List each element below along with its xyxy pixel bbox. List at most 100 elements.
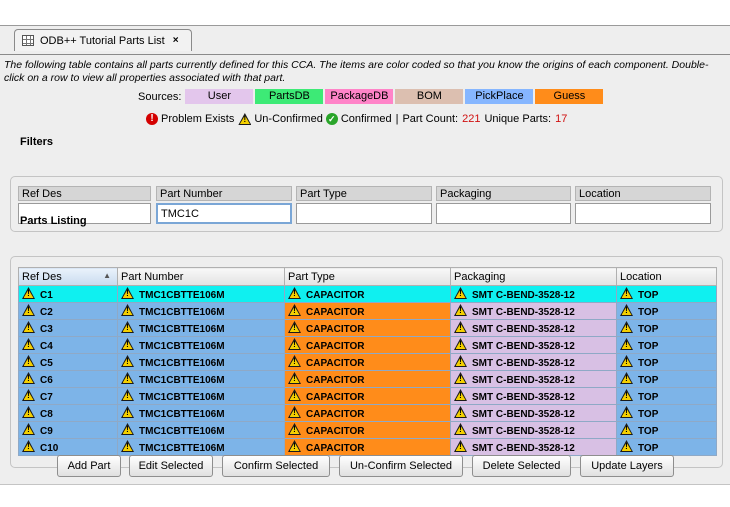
table-row[interactable]: C10 TMC1CBTTE106M CAPACITOR SMT C-BEND-3528… <box>18 438 717 456</box>
warning-icon <box>22 423 35 435</box>
table-row[interactable]: C6 TMC1CBTTE106M CAPACITOR SMT C-BEND-3528-… <box>18 370 717 388</box>
part-type-cell[interactable]: CAPACITOR <box>284 404 451 422</box>
ref-des-cell[interactable]: C7 <box>18 387 118 405</box>
part-type-cell[interactable]: CAPACITOR <box>284 370 451 388</box>
part-number-cell[interactable]: TMC1CBTTE106M <box>117 302 285 320</box>
packaging-cell[interactable]: SMT C-BEND-3528-12 <box>450 370 617 388</box>
packaging-cell[interactable]: SMT C-BEND-3528-12 <box>450 285 617 303</box>
ref-des-cell[interactable]: C2 <box>18 302 118 320</box>
warning-icon <box>22 406 35 418</box>
warning-icon <box>454 304 467 316</box>
ref-des-cell[interactable]: C1 <box>18 285 118 303</box>
warning-icon <box>238 113 252 125</box>
ref-des-cell[interactable]: C8 <box>18 404 118 422</box>
part-type-cell[interactable]: CAPACITOR <box>284 353 451 371</box>
part-number-cell[interactable]: TMC1CBTTE106M <box>117 438 285 456</box>
ref-des-cell[interactable]: C6 <box>18 370 118 388</box>
warning-icon <box>454 287 467 299</box>
part-type-filter-input[interactable] <box>296 203 432 224</box>
part-number-cell[interactable]: TMC1CBTTE106M <box>117 319 285 337</box>
source-user: User <box>185 89 254 104</box>
ref-des-cell[interactable]: C3 <box>18 319 118 337</box>
table-row[interactable]: C7 TMC1CBTTE106M CAPACITOR SMT C-BEND-3528-… <box>18 387 717 405</box>
packaging-cell[interactable]: SMT C-BEND-3528-12 <box>450 421 617 439</box>
close-icon[interactable]: × <box>173 35 179 46</box>
cell-text: TMC1CBTTE106M <box>139 392 225 403</box>
part-type-cell[interactable]: CAPACITOR <box>284 438 451 456</box>
cell-text: C2 <box>40 307 53 318</box>
update-layers-button[interactable]: Update Layers <box>580 455 674 477</box>
cell-text: CAPACITOR <box>306 358 365 369</box>
source-partsdb: PartsDB <box>255 89 324 104</box>
part-type-cell[interactable]: CAPACITOR <box>284 285 451 303</box>
ref-des-cell[interactable]: C10 <box>18 438 118 456</box>
column-header-packaging[interactable]: Packaging <box>450 267 617 286</box>
part-number-cell[interactable]: TMC1CBTTE106M <box>117 336 285 354</box>
location-cell[interactable]: TOP <box>616 336 717 354</box>
part-type-cell[interactable]: CAPACITOR <box>284 336 451 354</box>
packaging-cell[interactable]: SMT C-BEND-3528-12 <box>450 302 617 320</box>
table-row[interactable]: C5 TMC1CBTTE106M CAPACITOR SMT C-BEND-3528-… <box>18 353 717 371</box>
part-type-cell[interactable]: CAPACITOR <box>284 319 451 337</box>
part-number-cell[interactable]: TMC1CBTTE106M <box>117 404 285 422</box>
packaging-filter-input[interactable] <box>436 203 571 224</box>
part-number-cell[interactable]: TMC1CBTTE106M <box>117 285 285 303</box>
column-header-part-number[interactable]: Part Number <box>117 267 285 286</box>
location-cell[interactable]: TOP <box>616 370 717 388</box>
warning-icon <box>121 423 134 435</box>
location-cell[interactable]: TOP <box>616 438 717 456</box>
warning-icon <box>620 321 633 333</box>
packaging-cell[interactable]: SMT C-BEND-3528-12 <box>450 387 617 405</box>
packaging-cell[interactable]: SMT C-BEND-3528-12 <box>450 353 617 371</box>
ref-des-cell[interactable]: C5 <box>18 353 118 371</box>
add-part-button[interactable]: Add Part <box>57 455 121 477</box>
source-guess: Guess <box>535 89 604 104</box>
column-header-location[interactable]: Location <box>616 267 717 286</box>
ref-des-cell[interactable]: C9 <box>18 421 118 439</box>
table-row[interactable]: C2 TMC1CBTTE106M CAPACITOR SMT C-BEND-3528-… <box>18 302 717 320</box>
table-body: C1 TMC1CBTTE106M CAPACITOR SMT C-BEND-3528-… <box>18 285 717 456</box>
unconfirm-selected-button[interactable]: Un-Confirm Selected <box>339 455 463 477</box>
location-cell[interactable]: TOP <box>616 319 717 337</box>
table-row[interactable]: C4 TMC1CBTTE106M CAPACITOR SMT C-BEND-3528-… <box>18 336 717 354</box>
part-type-cell[interactable]: CAPACITOR <box>284 387 451 405</box>
location-filter-input[interactable] <box>575 203 711 224</box>
part-number-cell[interactable]: TMC1CBTTE106M <box>117 353 285 371</box>
delete-selected-button[interactable]: Delete Selected <box>472 455 571 477</box>
part-number-cell[interactable]: TMC1CBTTE106M <box>117 370 285 388</box>
table-row[interactable]: C1 TMC1CBTTE106M CAPACITOR SMT C-BEND-3528-… <box>18 285 717 303</box>
part-type-cell[interactable]: CAPACITOR <box>284 421 451 439</box>
confirm-selected-button[interactable]: Confirm Selected <box>222 455 330 477</box>
location-cell[interactable]: TOP <box>616 387 717 405</box>
parts-listing-title: Parts Listing <box>20 215 87 227</box>
column-header-ref-des[interactable]: Ref Des ▲ <box>18 267 118 286</box>
warning-icon <box>22 321 35 333</box>
cell-text: TOP <box>638 443 659 454</box>
location-cell[interactable]: TOP <box>616 302 717 320</box>
table-row[interactable]: C9 TMC1CBTTE106M CAPACITOR SMT C-BEND-3528-… <box>18 421 717 439</box>
tab-odb-parts-list[interactable]: ODB++ Tutorial Parts List × <box>14 29 192 51</box>
part-number-cell[interactable]: TMC1CBTTE106M <box>117 421 285 439</box>
edit-selected-button[interactable]: Edit Selected <box>129 455 213 477</box>
cell-text: TMC1CBTTE106M <box>139 375 225 386</box>
table-row[interactable]: C8 TMC1CBTTE106M CAPACITOR SMT C-BEND-3528-… <box>18 404 717 422</box>
part-type-cell[interactable]: CAPACITOR <box>284 302 451 320</box>
warning-icon <box>454 423 467 435</box>
column-header-part-type[interactable]: Part Type <box>284 267 451 286</box>
location-cell[interactable]: TOP <box>616 353 717 371</box>
packaging-cell[interactable]: SMT C-BEND-3528-12 <box>450 336 617 354</box>
location-cell[interactable]: TOP <box>616 285 717 303</box>
cell-text: TOP <box>638 341 659 352</box>
packaging-cell[interactable]: SMT C-BEND-3528-12 <box>450 319 617 337</box>
part-number-filter-input[interactable] <box>156 203 292 224</box>
confirmed-label: Confirmed <box>340 113 392 125</box>
location-cell[interactable]: TOP <box>616 421 717 439</box>
parts-list-window: ODB++ Tutorial Parts List × The followin… <box>0 25 730 485</box>
ref-des-cell[interactable]: C4 <box>18 336 118 354</box>
location-cell[interactable]: TOP <box>616 404 717 422</box>
warning-icon <box>22 440 35 452</box>
packaging-cell[interactable]: SMT C-BEND-3528-12 <box>450 438 617 456</box>
part-number-cell[interactable]: TMC1CBTTE106M <box>117 387 285 405</box>
table-row[interactable]: C3 TMC1CBTTE106M CAPACITOR SMT C-BEND-3528-… <box>18 319 717 337</box>
packaging-cell[interactable]: SMT C-BEND-3528-12 <box>450 404 617 422</box>
